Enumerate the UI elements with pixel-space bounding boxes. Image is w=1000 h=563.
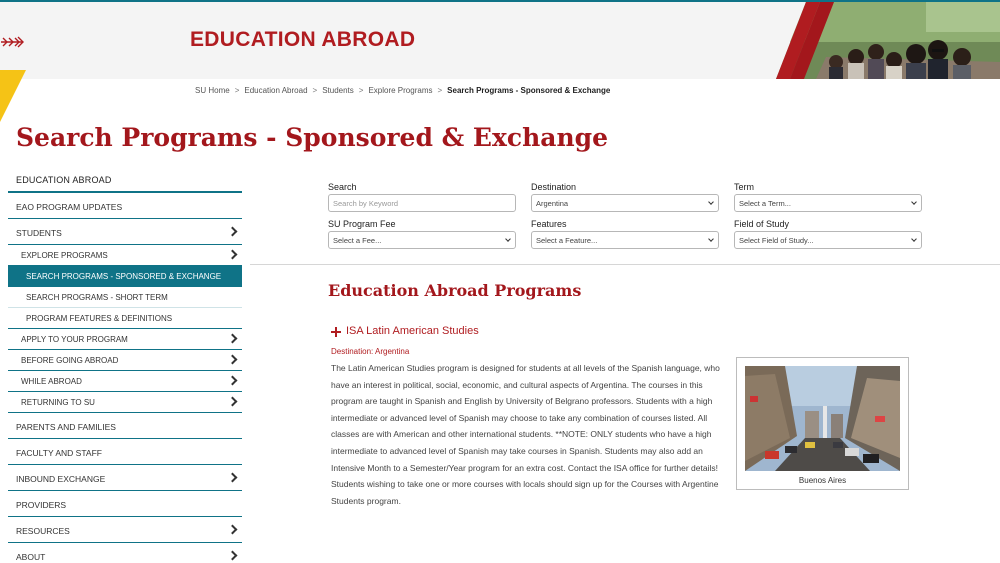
filters-divider [250,264,1000,265]
breadcrumb-separator: > [358,86,364,95]
sidebar-item-label: Parents and Families [16,422,116,432]
breadcrumb: SU Home > Education Abroad > Students > Explor… [195,86,610,95]
chevron-right-icon[interactable] [227,524,238,534]
features-select[interactable]: Select a Feature... [531,231,719,249]
sidebar-item-returning[interactable]: Returning to SU [8,392,242,413]
sidebar-item-label: About [16,552,46,562]
buenos-aires-photo [745,366,900,471]
sidebar-item-eao-program-updates[interactable]: EAO Program Updates [8,193,242,219]
destination-value: Argentina [536,199,569,208]
sidebar-item-label: Providers [16,500,67,510]
chevron-right-icon[interactable] [227,550,238,561]
chevron-right-icon[interactable] [227,472,238,482]
breadcrumb-separator: > [312,86,318,95]
features-value: Select a Feature... [536,236,598,245]
site-header: EDUCATION ABROAD [0,2,1000,79]
sidebar-item-faculty[interactable]: Faculty and Staff [8,439,242,465]
sidebar-item-explore-programs[interactable]: Explore Programs [8,245,242,266]
chevron-right-icon[interactable] [227,354,238,365]
chevron-down-icon [911,236,917,242]
destination-select[interactable]: Argentina [531,194,719,212]
program-name-link[interactable]: ISA Latin American Studies [346,325,479,337]
breadcrumb-separator: > [437,86,443,95]
breadcrumb-link[interactable]: SU Home [195,86,230,95]
sidebar-item-label: Before Going Abroad [21,356,119,365]
sidebar-item-students[interactable]: Students [8,219,242,245]
chevron-right-icon[interactable] [227,375,238,386]
sidebar-item-label: EAO Program Updates [16,202,123,212]
field-value: Select Field of Study... [739,236,814,245]
sidebar-item-search-short-term[interactable]: Search Programs - Short Term [8,287,242,308]
chevron-right-icon[interactable] [227,249,238,260]
fee-label: SU Program Fee [328,219,396,229]
sidebar-nav: EDUCATION ABROAD EAO Program Updates Stu… [8,168,242,563]
term-select[interactable]: Select a Term... [734,194,922,212]
results-title: Education Abroad Programs [328,281,582,300]
program-photo-card: Buenos Aires [736,357,909,490]
sidebar-item-before-going[interactable]: Before Going Abroad [8,350,242,371]
sidebar-item-apply[interactable]: Apply to Your Program [8,329,242,350]
program-description: The Latin American Studies program is de… [331,363,720,506]
chevron-down-icon [911,199,917,205]
sidebar-item-about[interactable]: About [8,543,242,563]
fee-select[interactable]: Select a Fee... [328,231,516,249]
sidebar-item-label: Students [16,228,62,238]
sidebar-item-label: While Abroad [21,377,82,386]
arrow-decoration-icon [1,36,24,48]
sidebar-item-label: Faculty and Staff [16,448,102,458]
site-title[interactable]: EDUCATION ABROAD [190,28,415,52]
photo-caption: Buenos Aires [798,476,847,485]
breadcrumb-link[interactable]: Students [322,86,354,95]
sidebar-item-program-features[interactable]: Program Features & Definitions [8,308,242,329]
sidebar-item-resources[interactable]: Resources [8,517,242,543]
sidebar-item-label: Resources [16,526,70,536]
field-select[interactable]: Select Field of Study... [734,231,922,249]
sidebar-heading[interactable]: EDUCATION ABROAD [8,168,242,193]
sidebar-item-label: Explore Programs [21,251,108,260]
program-destination: Destination: Argentina [331,347,410,356]
sidebar-item-label: Search Programs - Short Term [26,293,168,302]
breadcrumb-link[interactable]: Explore Programs [368,86,432,95]
chevron-right-icon[interactable] [227,396,238,407]
yellow-accent-shape [0,70,26,122]
fee-value: Select a Fee... [333,236,382,245]
sidebar-item-while-abroad[interactable]: While Abroad [8,371,242,392]
chevron-down-icon [708,199,714,205]
destination-label: Destination [531,182,577,192]
sidebar-item-inbound[interactable]: Inbound Exchange [8,465,242,491]
sidebar-item-label: Returning to SU [21,398,95,407]
page-title: Search Programs - Sponsored & Exchange [16,123,609,152]
breadcrumb-link[interactable]: Education Abroad [244,86,307,95]
header-students-photo [776,2,1000,79]
chevron-right-icon[interactable] [227,226,238,236]
sidebar-item-label: Program Features & Definitions [26,314,173,323]
sidebar-item-parents[interactable]: Parents and Families [8,413,242,439]
plus-icon[interactable] [331,327,341,337]
chevron-down-icon [505,236,511,242]
breadcrumb-current: Search Programs - Sponsored & Exchange [447,86,611,95]
sidebar-item-label: Apply to Your Program [21,335,128,344]
sidebar-item-label: Search Programs - Sponsored & Exchange [26,272,222,281]
sidebar-item-label: Inbound Exchange [16,474,106,484]
search-label: Search [328,182,357,192]
term-value: Select a Term... [739,199,791,208]
features-label: Features [531,219,567,229]
chevron-down-icon [708,236,714,242]
sidebar-item-providers[interactable]: Providers [8,491,242,517]
search-input[interactable]: Search by Keyword [328,194,516,212]
breadcrumb-separator: > [234,86,240,95]
chevron-right-icon[interactable] [227,333,238,344]
term-label: Term [734,182,754,192]
field-label: Field of Study [734,219,790,229]
sidebar-item-search-sponsored-exchange[interactable]: Search Programs - Sponsored & Exchange [8,266,242,287]
